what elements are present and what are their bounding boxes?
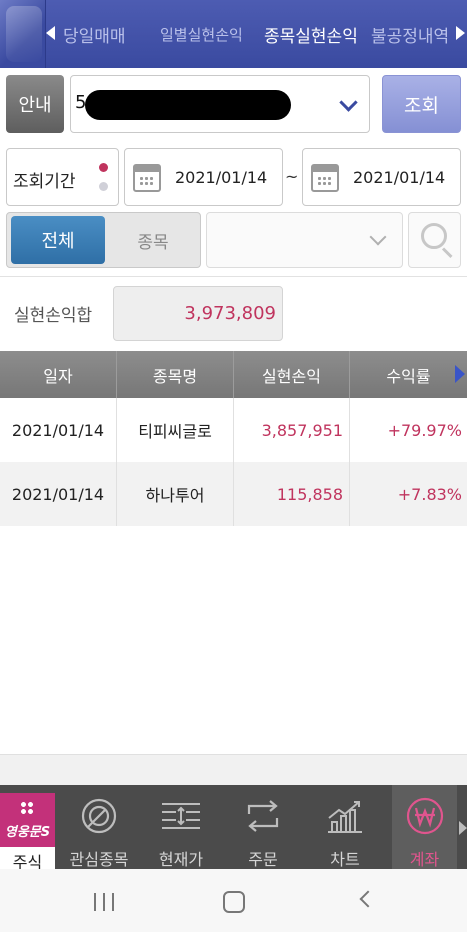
nav-current-price[interactable]: 현재가	[148, 785, 214, 869]
realized-pnl-sum-value: 3,973,809	[184, 303, 276, 324]
query-button[interactable]: 조회	[382, 75, 461, 133]
chart-icon	[312, 795, 378, 837]
stock-select[interactable]	[206, 212, 403, 268]
exchange-icon	[230, 795, 296, 837]
target-icon	[66, 795, 132, 837]
tab-stock-realized-pnl[interactable]: 종목실현손익	[264, 22, 358, 47]
bottom-navigation: 영웅문S 주식 관심종목 현재가 주문 차트 계좌	[0, 785, 467, 872]
column-header-date[interactable]: 일자	[0, 351, 117, 398]
search-icon-handle	[441, 247, 453, 259]
date-range-separator: ~	[285, 167, 299, 186]
row-realized-pnl: 3,857,951	[234, 398, 350, 462]
nav-order[interactable]: 주문	[230, 785, 296, 869]
scroll-columns-right-icon[interactable]	[455, 365, 465, 383]
period-selector[interactable]: 조회기간	[6, 148, 119, 206]
column-header-realized-pnl[interactable]: 실현손익	[234, 351, 350, 398]
calendar-icon	[133, 164, 161, 192]
nav-scroll-right-icon[interactable]	[459, 821, 467, 835]
filter-segment: 전체 종목	[6, 212, 201, 268]
guide-button[interactable]: 안내	[6, 75, 64, 133]
nav-watchlist-label: 관심종목	[69, 850, 129, 869]
search-icon	[421, 223, 447, 249]
section-divider	[0, 276, 467, 277]
nav-account[interactable]: 계좌	[392, 785, 457, 869]
filter-stock-button[interactable]: 종목	[107, 216, 199, 264]
row-stock-name: 티피씨글로	[117, 398, 234, 462]
menu-corner[interactable]	[0, 0, 46, 68]
table-row[interactable]: 2021/01/14 티피씨글로 3,857,951 +79.97%	[0, 398, 467, 462]
recent-apps-icon[interactable]	[94, 893, 114, 911]
grid-icon	[20, 801, 34, 815]
table-header: 일자 종목명 실현손익 수익률	[0, 351, 467, 398]
table-row[interactable]: 2021/01/14 하나투어 115,858 +7.83%	[0, 462, 467, 526]
nav-watchlist[interactable]: 관심종목	[66, 785, 132, 869]
account-select[interactable]: 5	[70, 75, 370, 133]
tab-scroll-left-icon[interactable]	[46, 26, 55, 40]
row-stock-name: 하나투어	[117, 462, 234, 526]
nav-order-label: 주문	[248, 850, 278, 869]
date-to-field[interactable]: 2021/01/14	[302, 148, 461, 206]
content-footer-strip	[0, 755, 467, 785]
nav-current-price-label: 현재가	[158, 850, 204, 869]
row-realized-pnl: 115,858	[234, 462, 350, 526]
calendar-icon	[311, 164, 339, 192]
search-button[interactable]	[408, 212, 461, 268]
nav-chart[interactable]: 차트	[312, 785, 378, 869]
nav-account-label: 계좌	[409, 850, 440, 869]
row-date: 2021/01/14	[0, 398, 117, 462]
price-list-icon	[148, 795, 214, 837]
period-label: 조회기간	[13, 172, 76, 192]
column-header-stock-name[interactable]: 종목명	[117, 351, 234, 398]
nav-chart-label: 차트	[330, 850, 360, 869]
tab-today-trades[interactable]: 당일매매	[63, 22, 126, 47]
column-header-return-rate[interactable]: 수익률	[350, 351, 467, 398]
realized-pnl-sum-box: 3,973,809	[113, 286, 283, 341]
brand-logo: 영웅문S	[4, 825, 51, 840]
top-tab-bar: 당일매매 일별실현손익 종목실현손익 불공정내역	[0, 0, 467, 68]
date-from-value: 2021/01/14	[175, 168, 268, 187]
back-icon[interactable]	[359, 890, 377, 908]
date-to-value: 2021/01/14	[353, 168, 446, 187]
tab-daily-realized-pnl[interactable]: 일별실현손익	[160, 24, 243, 45]
account-number-redaction	[85, 90, 291, 120]
row-return-rate: +7.83%	[397, 484, 462, 504]
row-return-rate: +79.97%	[387, 420, 462, 440]
page-dot-inactive-icon	[99, 182, 108, 191]
home-icon[interactable]	[223, 891, 245, 913]
won-icon	[392, 795, 457, 837]
realized-pnl-sum-label: 실현손익합	[14, 306, 93, 326]
tab-unfair-history[interactable]: 불공정내역	[371, 22, 449, 47]
chevron-down-icon	[369, 228, 387, 246]
row-date: 2021/01/14	[0, 462, 117, 526]
system-navigation-bar	[0, 869, 467, 932]
brand-stock-menu[interactable]: 영웅문S 주식	[0, 793, 55, 872]
brand-logo-tile: 영웅문S	[0, 793, 55, 847]
page-dot-active-icon	[99, 163, 108, 172]
chevron-down-icon	[339, 93, 358, 112]
tab-scroll-right-icon[interactable]	[456, 26, 465, 40]
filter-all-button[interactable]: 전체	[11, 216, 105, 264]
date-from-field[interactable]: 2021/01/14	[124, 148, 283, 206]
